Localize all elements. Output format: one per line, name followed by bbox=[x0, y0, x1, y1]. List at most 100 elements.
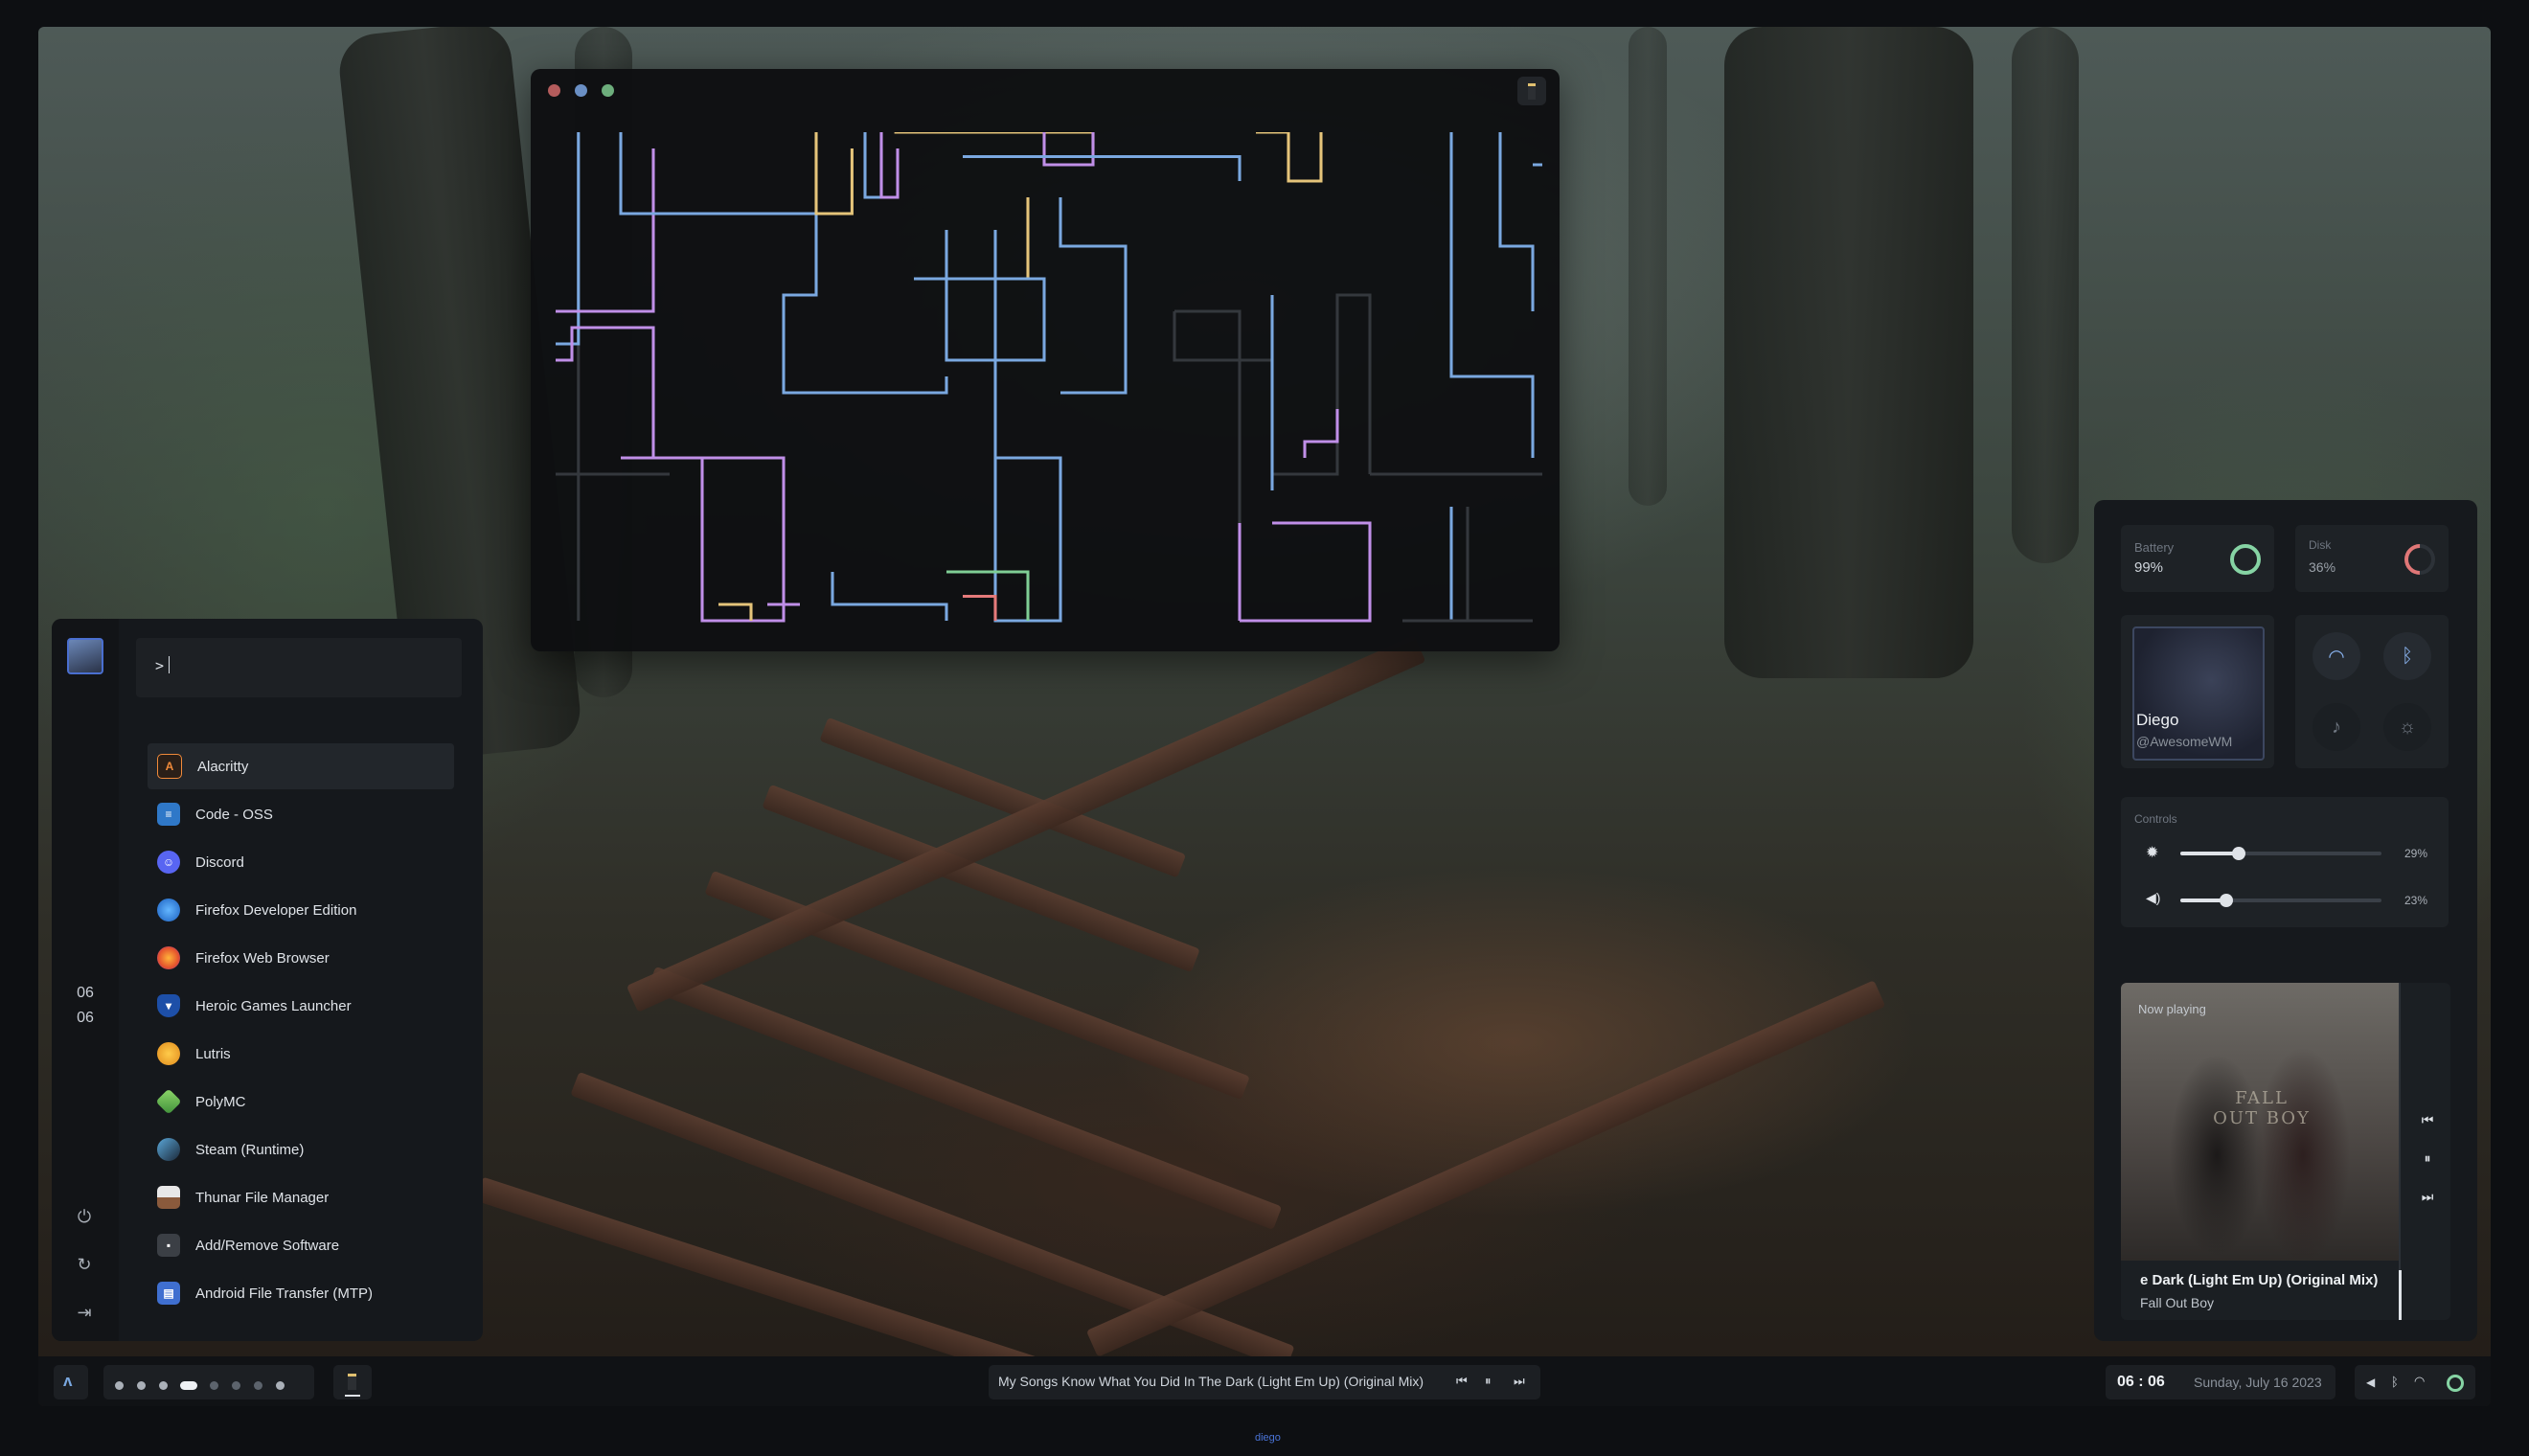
pipe-segment bbox=[993, 230, 1062, 623]
bottom-user-label: diego bbox=[1255, 1432, 1281, 1444]
workspace-3[interactable] bbox=[159, 1381, 168, 1390]
app-label: PolyMC bbox=[195, 1093, 246, 1110]
bell-icon: ♪ bbox=[2332, 716, 2341, 738]
profile-name: Diego bbox=[2136, 711, 2179, 729]
media-progress bbox=[2399, 1270, 2402, 1320]
app-label: Android File Transfer (MTP) bbox=[195, 1285, 374, 1302]
wallpaper-step bbox=[704, 870, 1250, 1101]
app-item-code-oss[interactable]: ≡ Code - OSS bbox=[148, 791, 454, 837]
terminal-window[interactable] bbox=[531, 69, 1560, 651]
night-light-toggle[interactable]: ☼ bbox=[2383, 703, 2431, 751]
pipe-segment bbox=[556, 148, 655, 313]
workspace-6[interactable] bbox=[232, 1381, 240, 1390]
bar-now-playing: My Songs Know What You Did In The Dark (… bbox=[998, 1374, 1424, 1389]
app-item-lutris[interactable]: Lutris bbox=[148, 1031, 454, 1077]
disk-card: Disk 36% bbox=[2295, 525, 2449, 592]
app-item-heroic[interactable]: ▾ Heroic Games Launcher bbox=[148, 983, 454, 1029]
pipe-segment bbox=[1498, 132, 1535, 312]
previous-button[interactable]: ⏮ bbox=[2418, 1112, 2437, 1128]
next-button[interactable]: ⏭ bbox=[2418, 1189, 2437, 1205]
app-label: Heroic Games Launcher bbox=[195, 997, 352, 1014]
taskbar: ʌ My Songs Know What You Did In The Dark… bbox=[38, 1356, 2491, 1406]
controls-card: Controls ✹ 29% ◀) 23% bbox=[2121, 797, 2449, 927]
pipe-segment bbox=[1059, 197, 1128, 395]
clock-widget: 06 : 06 Sunday, July 16 2023 bbox=[2106, 1365, 2335, 1399]
maximize-button[interactable] bbox=[575, 84, 587, 97]
disk-label: Disk bbox=[2309, 538, 2332, 552]
app-label: Steam (Runtime) bbox=[195, 1141, 305, 1158]
text-cursor bbox=[169, 656, 170, 673]
workspace-7[interactable] bbox=[254, 1381, 262, 1390]
workspace-1[interactable] bbox=[115, 1381, 124, 1390]
app-label: Firefox Web Browser bbox=[195, 949, 330, 967]
workspace-8[interactable] bbox=[276, 1381, 285, 1390]
app-item-discord[interactable]: ☺ Discord bbox=[148, 839, 454, 885]
pipe-segment bbox=[894, 132, 1095, 149]
bluetooth-toggle[interactable]: ᛒ bbox=[2383, 632, 2431, 680]
restart-icon[interactable]: ↻ bbox=[73, 1253, 96, 1276]
app-item-android-mtp[interactable]: ▤ Android File Transfer (MTP) bbox=[148, 1270, 454, 1316]
app-label: Discord bbox=[195, 853, 244, 871]
wallpaper-trunk bbox=[1629, 27, 1667, 506]
media-title: e Dark (Light Em Up) (Original Mix) bbox=[2140, 1272, 2379, 1288]
pipes-canvas bbox=[556, 132, 1542, 623]
bar-pause-icon[interactable]: ⏸ bbox=[1485, 1374, 1492, 1389]
search-box[interactable]: > bbox=[136, 638, 462, 697]
app-item-firefox[interactable]: Firefox Web Browser bbox=[148, 935, 454, 981]
quick-toggles-card: ◠ ᛒ ♪ ☼ bbox=[2295, 615, 2449, 768]
app-item-alacritty[interactable]: A Alacritty bbox=[148, 743, 454, 789]
taskbar-terminal[interactable] bbox=[333, 1365, 372, 1399]
pipe-segment bbox=[1303, 409, 1339, 459]
app-item-steam[interactable]: Steam (Runtime) bbox=[148, 1126, 454, 1172]
pipe-segment bbox=[879, 132, 900, 199]
wallpaper-rail bbox=[1085, 980, 1886, 1357]
pipe-segment bbox=[1174, 309, 1242, 622]
avatar[interactable] bbox=[67, 638, 103, 674]
workspace-5[interactable] bbox=[210, 1381, 218, 1390]
power-icon[interactable]: ⏻ bbox=[73, 1205, 96, 1228]
volume-slider[interactable] bbox=[2180, 894, 2381, 907]
logout-icon[interactable]: ⇥ bbox=[73, 1301, 96, 1324]
pipe-segment bbox=[914, 230, 1046, 362]
launcher-button[interactable]: ʌ bbox=[54, 1365, 88, 1399]
brightness-slider[interactable] bbox=[2180, 847, 2381, 860]
brightness-icon: ✹ bbox=[2146, 845, 2159, 861]
wifi-toggle[interactable]: ◠ bbox=[2313, 632, 2360, 680]
heroic-icon: ▾ bbox=[157, 994, 180, 1017]
app-item-software[interactable]: ▪ Add/Remove Software bbox=[148, 1222, 454, 1268]
pipe-segment bbox=[1042, 132, 1095, 167]
workspace-2[interactable] bbox=[137, 1381, 146, 1390]
terminal-icon bbox=[348, 1374, 356, 1390]
app-label: Firefox Developer Edition bbox=[195, 901, 357, 919]
pause-button[interactable]: ⏸ bbox=[2418, 1150, 2437, 1167]
close-button[interactable] bbox=[548, 84, 560, 97]
firefox-dev-icon bbox=[157, 899, 180, 921]
tray-wifi-icon[interactable]: ◠ bbox=[2414, 1374, 2425, 1389]
app-label: Code - OSS bbox=[195, 806, 273, 823]
app-item-firefox-dev[interactable]: Firefox Developer Edition bbox=[148, 887, 454, 933]
pipe-segment bbox=[831, 572, 948, 622]
bar-time: 06 : 06 bbox=[2117, 1374, 2165, 1390]
minimize-button[interactable] bbox=[602, 84, 614, 97]
app-label: Add/Remove Software bbox=[195, 1237, 340, 1254]
desktop: 06 06 ⏻ ↻ ⇥ > A Alacritty ≡ Code - OSS ☺ Di… bbox=[38, 27, 2491, 1406]
notifications-toggle[interactable]: ♪ bbox=[2313, 703, 2360, 751]
workspace-4[interactable] bbox=[180, 1381, 197, 1390]
volume-knob[interactable] bbox=[2220, 894, 2234, 907]
tray-volume-icon[interactable]: ◀ bbox=[2366, 1376, 2375, 1389]
battery-ring-icon bbox=[2230, 544, 2261, 575]
brightness-knob[interactable] bbox=[2231, 847, 2245, 860]
bar-next-icon[interactable]: ⏭ bbox=[1514, 1374, 1525, 1389]
volume-icon: ◀) bbox=[2146, 890, 2161, 905]
album-art: FALL OUT BOY bbox=[2121, 983, 2399, 1261]
app-item-thunar[interactable]: Thunar File Manager bbox=[148, 1174, 454, 1220]
pipe-segment bbox=[963, 594, 997, 622]
app-label: Alacritty bbox=[197, 758, 249, 775]
lightbulb-icon: ☼ bbox=[2398, 716, 2417, 738]
lutris-icon bbox=[157, 1042, 180, 1065]
brightness-fill bbox=[2180, 852, 2239, 855]
pipe-segment bbox=[1370, 472, 1542, 476]
app-item-polymc[interactable]: PolyMC bbox=[148, 1079, 454, 1125]
tray-bluetooth-icon[interactable]: ᛒ bbox=[2391, 1375, 2399, 1389]
bar-previous-icon[interactable]: ⏮ bbox=[1456, 1374, 1468, 1389]
